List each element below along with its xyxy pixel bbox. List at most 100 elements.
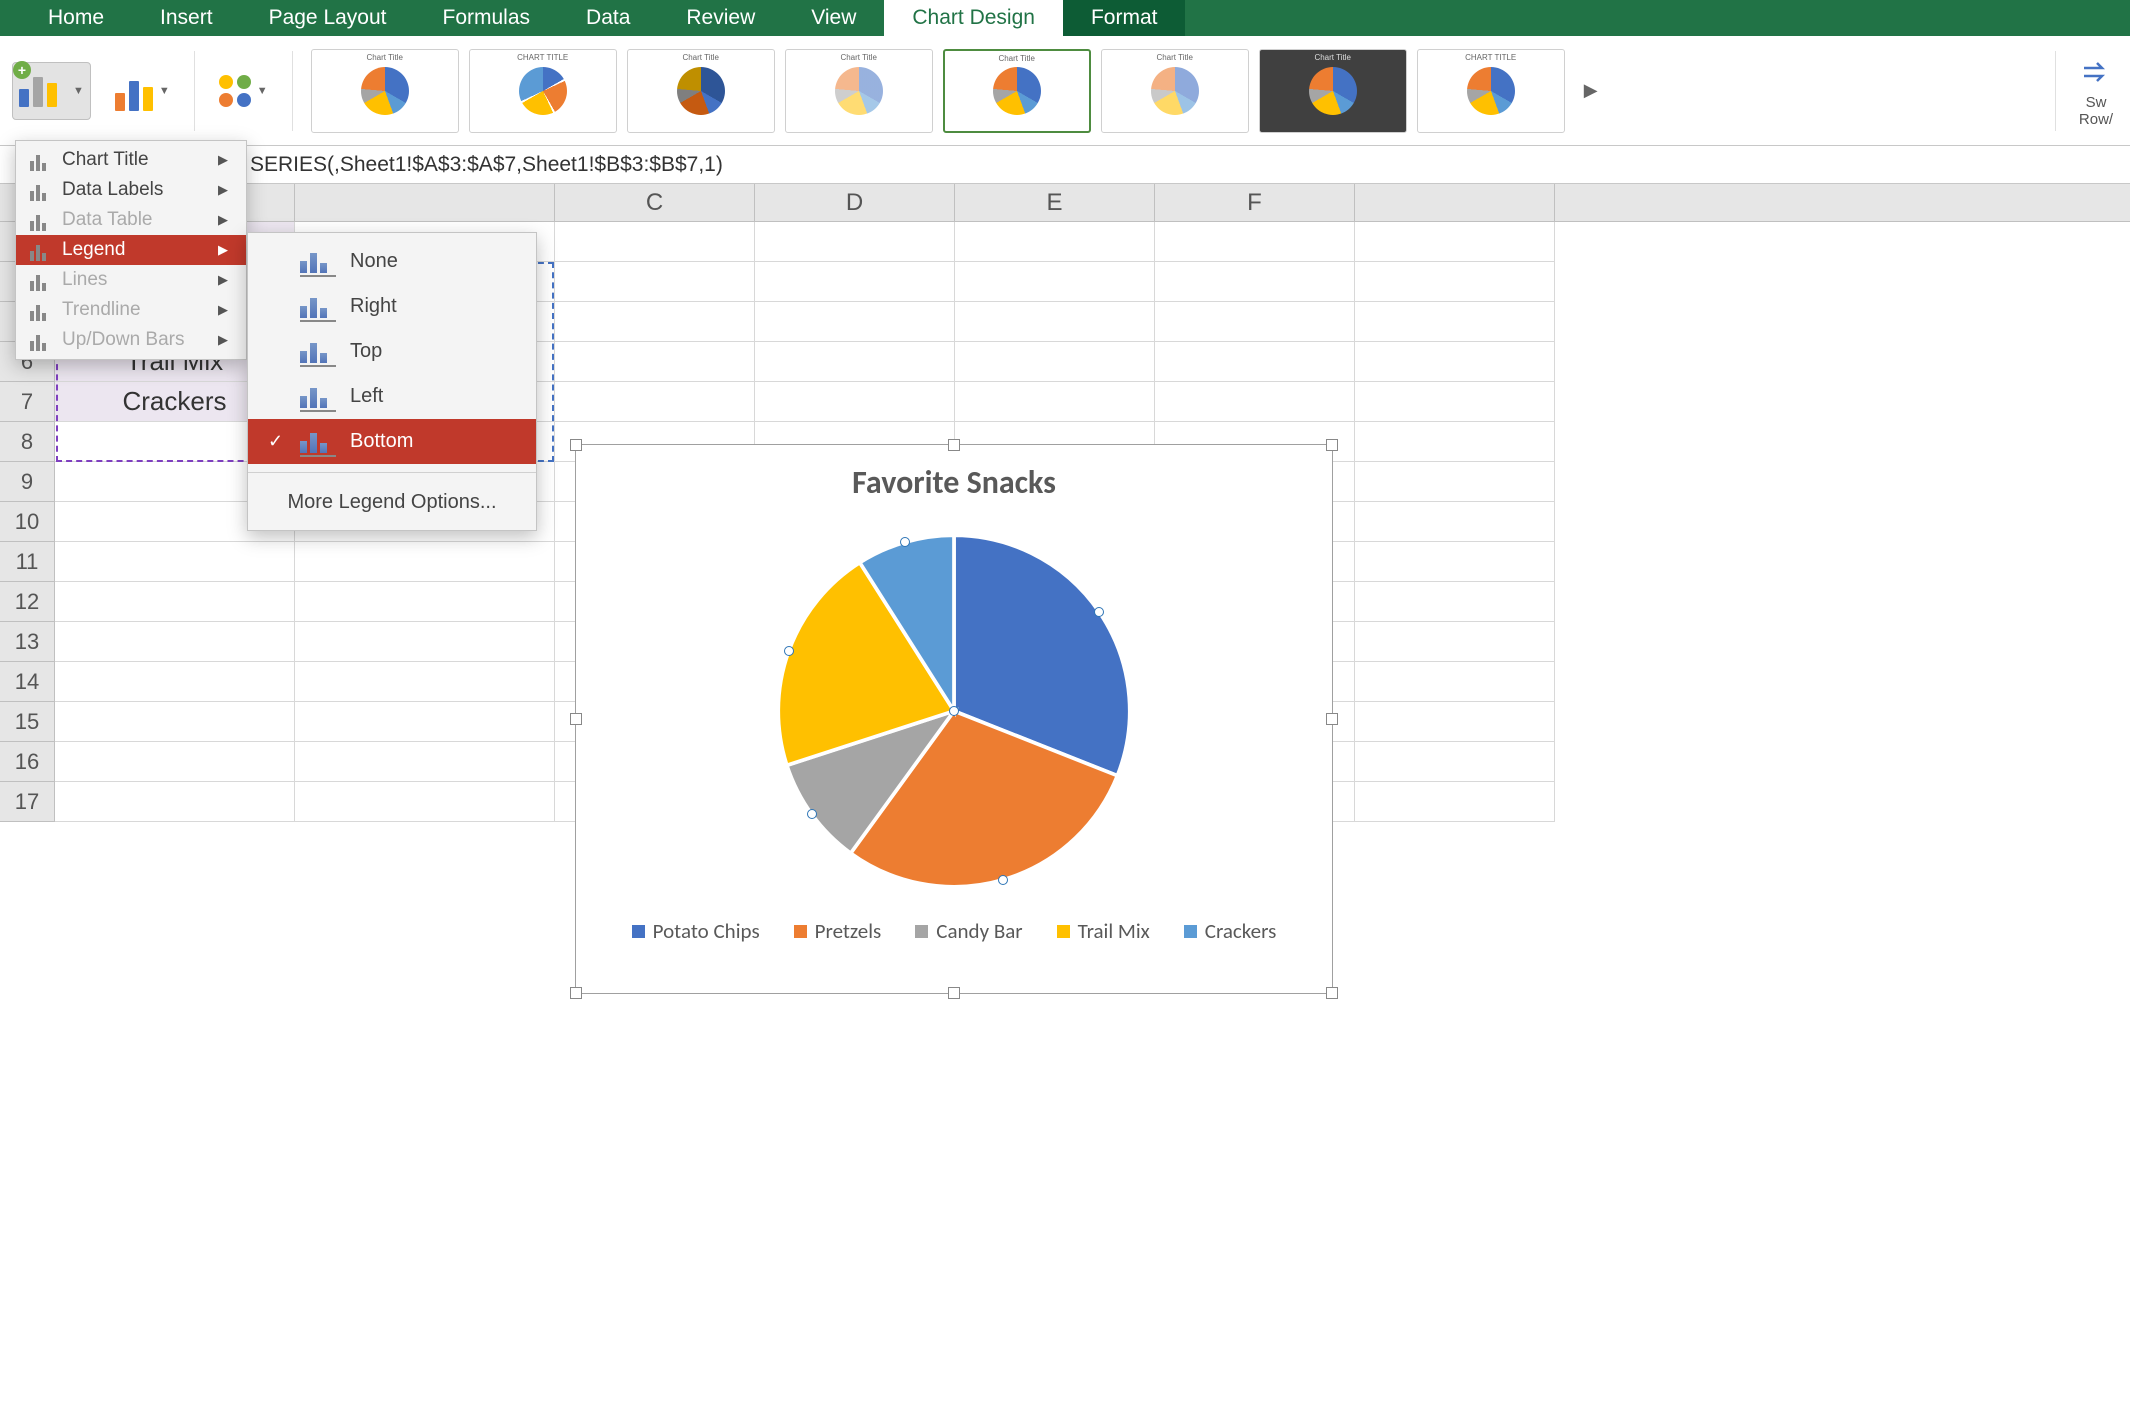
cell[interactable] (955, 342, 1155, 382)
row-header[interactable]: 11 (0, 542, 55, 582)
cell[interactable] (555, 382, 755, 422)
col-header-d[interactable]: D (755, 184, 955, 221)
cell[interactable] (955, 262, 1155, 302)
cell[interactable] (555, 262, 755, 302)
menu-item-legend[interactable]: Legend▶ (16, 235, 246, 265)
cell[interactable] (55, 582, 295, 622)
cell[interactable] (295, 702, 555, 742)
cell[interactable] (1355, 542, 1555, 582)
tab-page-layout[interactable]: Page Layout (241, 0, 415, 36)
resize-handle[interactable] (948, 987, 960, 999)
cell[interactable] (1355, 702, 1555, 742)
cell[interactable] (1355, 582, 1555, 622)
resize-handle[interactable] (570, 987, 582, 999)
cell[interactable] (295, 662, 555, 702)
col-header-c[interactable]: C (555, 184, 755, 221)
row-header[interactable]: 16 (0, 742, 55, 782)
cell[interactable] (295, 542, 555, 582)
legend-option-bottom[interactable]: ✓Bottom (248, 419, 536, 464)
resize-handle[interactable] (570, 439, 582, 451)
legend-item[interactable]: Crackers (1184, 918, 1277, 944)
chart-style-8[interactable]: CHART TITLE (1417, 49, 1565, 133)
legend-item[interactable]: Potato Chips (632, 918, 760, 944)
cell[interactable] (55, 702, 295, 742)
row-header[interactable]: 7 (0, 382, 55, 422)
chart-style-2[interactable]: CHART TITLE (469, 49, 617, 133)
row-header[interactable]: 8 (0, 422, 55, 462)
cell[interactable] (955, 222, 1155, 262)
cell[interactable] (755, 302, 955, 342)
chart-style-7[interactable]: Chart Title (1259, 49, 1407, 133)
cell[interactable] (1155, 262, 1355, 302)
data-point-handle[interactable] (1094, 607, 1104, 617)
data-point-handle[interactable] (784, 646, 794, 656)
cell[interactable] (1155, 382, 1355, 422)
col-header-f[interactable]: F (1155, 184, 1355, 221)
cell[interactable] (755, 382, 955, 422)
gallery-more-button[interactable]: ▶ (1575, 80, 1607, 101)
formula-bar[interactable]: SERIES(,Sheet1!$A$3:$A$7,Sheet1!$B$3:$B$… (0, 146, 2130, 184)
data-point-handle[interactable] (998, 875, 1008, 885)
switch-row-column-button[interactable]: Sw Row/ (2074, 54, 2118, 128)
cell[interactable] (1355, 662, 1555, 702)
tab-format[interactable]: Format (1063, 0, 1186, 36)
tab-chart-design[interactable]: Chart Design (884, 0, 1063, 36)
cell[interactable] (55, 662, 295, 702)
cell[interactable] (55, 742, 295, 782)
cell[interactable] (1355, 262, 1555, 302)
resize-handle[interactable] (1326, 987, 1338, 999)
row-header[interactable]: 12 (0, 582, 55, 622)
pie-chart[interactable] (769, 526, 1139, 896)
change-colors-button[interactable]: ▼ (213, 71, 274, 111)
cell[interactable] (1355, 622, 1555, 662)
cell[interactable] (295, 782, 555, 822)
cell[interactable] (1355, 382, 1555, 422)
legend-option-left[interactable]: Left (248, 374, 536, 419)
row-header[interactable]: 10 (0, 502, 55, 542)
resize-handle[interactable] (1326, 439, 1338, 451)
tab-view[interactable]: View (783, 0, 884, 36)
cell[interactable] (1355, 462, 1555, 502)
legend-option-none[interactable]: None (248, 239, 536, 284)
tab-home[interactable]: Home (20, 0, 132, 36)
cell[interactable] (1155, 302, 1355, 342)
cell[interactable] (55, 542, 295, 582)
chart-style-5[interactable]: Chart Title (943, 49, 1091, 133)
col-header-e[interactable]: E (955, 184, 1155, 221)
more-legend-options[interactable]: More Legend Options... (248, 481, 536, 524)
cell[interactable] (1155, 222, 1355, 262)
cell[interactable] (555, 342, 755, 382)
menu-item-data-labels[interactable]: Data Labels▶ (16, 175, 246, 205)
legend-item[interactable]: Pretzels (794, 918, 882, 944)
cell[interactable] (755, 342, 955, 382)
cell[interactable] (1355, 502, 1555, 542)
data-point-handle[interactable] (949, 706, 959, 716)
cell[interactable] (955, 302, 1155, 342)
cell[interactable] (555, 302, 755, 342)
chart-legend[interactable]: Potato ChipsPretzelsCandy BarTrail MixCr… (576, 918, 1332, 944)
menu-item-chart-title[interactable]: Chart Title▶ (16, 145, 246, 175)
cell[interactable] (1355, 342, 1555, 382)
row-header[interactable]: 13 (0, 622, 55, 662)
cell[interactable] (55, 622, 295, 662)
cell[interactable] (295, 742, 555, 782)
legend-item[interactable]: Trail Mix (1057, 918, 1150, 944)
row-header[interactable]: 14 (0, 662, 55, 702)
cell[interactable] (1155, 342, 1355, 382)
cell[interactable] (55, 782, 295, 822)
chart-style-3[interactable]: Chart Title (627, 49, 775, 133)
row-header[interactable]: 15 (0, 702, 55, 742)
cell[interactable] (955, 382, 1155, 422)
chart-style-6[interactable]: Chart Title (1101, 49, 1249, 133)
quick-layout-button[interactable]: ▼ (109, 67, 176, 115)
data-point-handle[interactable] (900, 537, 910, 547)
cell[interactable] (295, 582, 555, 622)
col-header-b[interactable] (295, 184, 555, 221)
cell[interactable] (1355, 782, 1555, 822)
cell[interactable] (1355, 302, 1555, 342)
cell[interactable] (555, 222, 755, 262)
chart-title[interactable]: Favorite Snacks (576, 463, 1332, 502)
cell[interactable] (1355, 742, 1555, 782)
cell[interactable] (755, 262, 955, 302)
cell[interactable] (295, 622, 555, 662)
